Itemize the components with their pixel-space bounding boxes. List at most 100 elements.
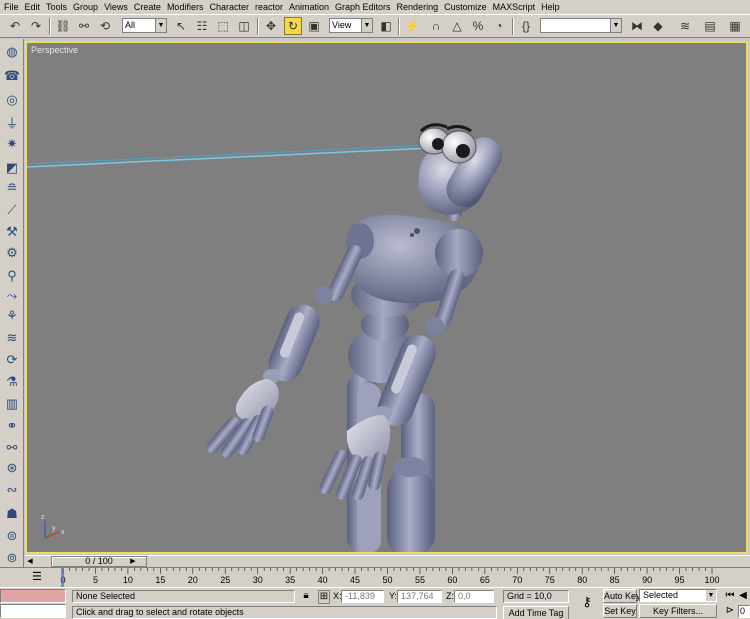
angle-snap-icon[interactable]: △ bbox=[448, 17, 466, 35]
reactor-fracture-icon[interactable]: ⊜ bbox=[2, 527, 22, 545]
wave-icon[interactable]: ≋ bbox=[2, 329, 22, 347]
create-spacewarps-icon[interactable]: ⟋ bbox=[2, 201, 22, 219]
select-and-move-icon[interactable]: ✥ bbox=[262, 17, 280, 35]
create-lights-icon[interactable]: ✷ bbox=[2, 135, 22, 153]
perspective-viewport[interactable]: x y z Perspective bbox=[25, 41, 748, 554]
go-to-start-icon[interactable]: ⏮ bbox=[724, 590, 736, 602]
y-coordinate-field[interactable]: 137,764 bbox=[397, 590, 442, 603]
select-and-rotate-icon[interactable]: ↻ bbox=[284, 17, 302, 35]
create-shapes-icon[interactable]: ☎ bbox=[2, 67, 22, 85]
mini-curve-editor-icon[interactable]: ☰ bbox=[32, 570, 46, 584]
rectangular-selection-icon[interactable]: ⬚ bbox=[214, 17, 232, 35]
menu-reactor[interactable]: reactor bbox=[253, 0, 287, 14]
lock-selection-icon[interactable]: 🔒︎ bbox=[300, 590, 312, 602]
reactor-wind-icon[interactable]: ∾ bbox=[2, 481, 22, 499]
menu-modifiers[interactable]: Modifiers bbox=[165, 0, 208, 14]
schematic-view-icon[interactable]: ▦ bbox=[726, 17, 744, 35]
snaps-toggle-icon[interactable]: ∩ bbox=[427, 17, 445, 35]
frame-label: 90 bbox=[642, 575, 652, 585]
percent-snap-icon[interactable]: % bbox=[469, 17, 487, 35]
frame-label: 80 bbox=[577, 575, 587, 585]
menu-help[interactable]: Help bbox=[539, 0, 564, 14]
menu-rendering[interactable]: Rendering bbox=[395, 0, 443, 14]
menu-file[interactable]: File bbox=[2, 0, 23, 14]
axis-y-label: y bbox=[52, 525, 56, 532]
menu-tools[interactable]: Tools bbox=[44, 0, 71, 14]
frame-label: 50 bbox=[382, 575, 392, 585]
reactor-toy-car-icon[interactable]: ☗ bbox=[2, 505, 22, 523]
reactor-cloth-icon[interactable]: ▥ bbox=[2, 395, 22, 413]
display-icon[interactable]: ⚘ bbox=[2, 307, 22, 325]
reactor-spring-icon[interactable]: ⚯ bbox=[2, 439, 22, 457]
bind-space-warp-icon[interactable]: ⟲ bbox=[96, 17, 114, 35]
named-selection-dropdown[interactable]: ▼ bbox=[540, 18, 622, 33]
maxscript-input[interactable] bbox=[0, 604, 66, 618]
current-frame-field[interactable]: 0 bbox=[738, 605, 750, 618]
menu-maxscript[interactable]: MAXScript bbox=[491, 0, 540, 14]
z-coordinate-field[interactable]: 0,0 bbox=[454, 590, 494, 603]
elbow-left bbox=[315, 286, 333, 304]
reactor-rope-icon[interactable]: ⚭ bbox=[2, 417, 22, 435]
undo-icon[interactable]: ↶ bbox=[6, 17, 24, 35]
redo-icon[interactable]: ↷ bbox=[27, 17, 45, 35]
menu-customize[interactable]: Customize bbox=[442, 0, 491, 14]
hierarchy-icon[interactable]: ⚲ bbox=[2, 267, 22, 285]
create-geometry-icon[interactable]: ◍ bbox=[2, 43, 22, 61]
maxscript-listener-mini[interactable] bbox=[0, 589, 66, 603]
key-icon[interactable]: ⚷ bbox=[576, 595, 598, 608]
menu-edit[interactable]: Edit bbox=[23, 0, 45, 14]
align-icon[interactable]: ◆ bbox=[649, 17, 667, 35]
toolbar-separator bbox=[398, 18, 400, 35]
absolute-mode-icon[interactable]: ⊞ bbox=[318, 590, 330, 604]
auto-key-button[interactable]: Auto Key bbox=[603, 589, 641, 603]
create-cameras-icon[interactable]: ◩ bbox=[2, 159, 22, 177]
menu-character[interactable]: Character bbox=[207, 0, 253, 14]
utilities-icon[interactable]: ⟳ bbox=[2, 351, 22, 369]
select-object-icon[interactable]: ↖ bbox=[172, 17, 190, 35]
create-sphere-icon[interactable]: ◎ bbox=[2, 91, 22, 109]
viewport-label[interactable]: Perspective bbox=[31, 45, 78, 55]
select-and-scale-icon[interactable]: ▣ bbox=[305, 17, 323, 35]
reference-coordinate-dropdown[interactable]: View ▼ bbox=[329, 18, 373, 33]
key-mode-toggle-icon[interactable]: ⊳ bbox=[724, 605, 736, 617]
window-crossing-icon[interactable]: ◫ bbox=[235, 17, 253, 35]
previous-key-icon[interactable]: ◀ bbox=[737, 590, 749, 602]
select-by-name-icon[interactable]: ☷ bbox=[193, 17, 211, 35]
frame-label: 40 bbox=[318, 575, 328, 585]
menu-views[interactable]: Views bbox=[102, 0, 132, 14]
unlink-icon[interactable]: ⚯ bbox=[75, 17, 93, 35]
toolbar-separator bbox=[512, 18, 514, 35]
modify-icon[interactable]: ⚙ bbox=[2, 244, 22, 262]
z-coordinate-label: Z: bbox=[446, 591, 454, 601]
mirror-icon[interactable]: ⧓ bbox=[628, 17, 646, 35]
curve-editor-icon[interactable]: ▤ bbox=[701, 17, 719, 35]
select-and-link-icon[interactable]: ⛓ bbox=[54, 17, 72, 35]
reactor-hinge-icon[interactable]: ⊛ bbox=[2, 459, 22, 477]
create-systems-icon[interactable]: ⚒ bbox=[2, 223, 22, 241]
select-and-manipulate-icon[interactable]: ⚡ bbox=[403, 17, 421, 35]
menu-group[interactable]: Group bbox=[71, 0, 102, 14]
reactor-rigid-body-icon[interactable]: ⚗ bbox=[2, 373, 22, 391]
menu-create[interactable]: Create bbox=[132, 0, 165, 14]
selection-filter-dropdown[interactable]: All ▼ bbox=[122, 18, 167, 33]
time-slider[interactable]: ◀ 0 / 100 ▶ bbox=[25, 555, 750, 567]
set-key-button[interactable]: Set Key bbox=[603, 604, 637, 618]
previous-frame-icon[interactable]: ◀ bbox=[25, 556, 35, 567]
chevron-down-icon: ▼ bbox=[610, 19, 621, 32]
x-coordinate-field[interactable]: -11,839 bbox=[341, 590, 384, 603]
track-bar[interactable]: ☰ 05101520253035404550556065707580859095… bbox=[0, 567, 750, 587]
edit-named-selection-icon[interactable]: {} bbox=[517, 17, 535, 35]
create-cone-icon[interactable]: ⏚ bbox=[2, 113, 22, 131]
layer-manager-icon[interactable]: ≋ bbox=[676, 17, 694, 35]
create-helpers-icon[interactable]: ≘ bbox=[2, 179, 22, 197]
reactor-water-icon[interactable]: ⊚ bbox=[2, 549, 22, 567]
motion-icon[interactable]: ⤳ bbox=[2, 287, 22, 305]
next-frame-icon[interactable]: ▶ bbox=[128, 556, 138, 567]
key-mode-dropdown[interactable]: Selected ▼ bbox=[639, 589, 717, 602]
pivot-center-icon[interactable]: ◧ bbox=[377, 17, 395, 35]
menu-animation[interactable]: Animation bbox=[287, 0, 333, 14]
spinner-snap-icon[interactable]: ◔ bbox=[490, 17, 508, 35]
add-time-tag-button[interactable]: Add Time Tag bbox=[503, 606, 569, 619]
menu-graph-editors[interactable]: Graph Editors bbox=[333, 0, 395, 14]
key-filters-button[interactable]: Key Filters... bbox=[639, 604, 717, 618]
